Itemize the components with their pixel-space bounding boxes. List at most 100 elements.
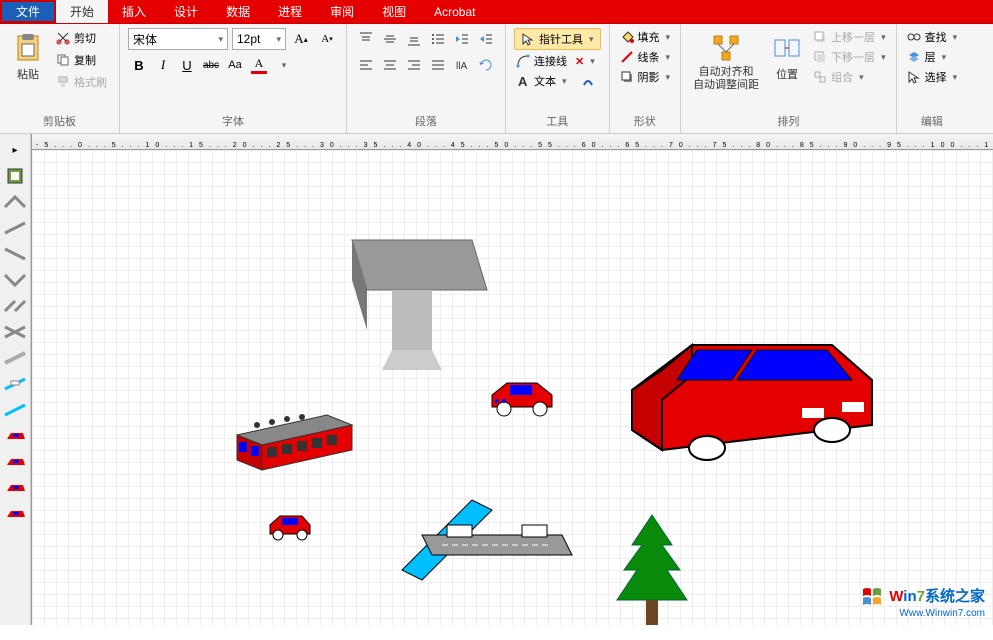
connector-icon bbox=[516, 54, 530, 68]
group-title: 段落 bbox=[355, 111, 497, 131]
bring-forward-button[interactable]: 上移一层▾ bbox=[811, 28, 888, 46]
align-left-button[interactable] bbox=[355, 54, 377, 76]
strike-button[interactable]: abc bbox=[200, 54, 222, 76]
group-edit: 查找▾ 层▾ 选择▾ 编辑 bbox=[897, 24, 968, 133]
shape-road-2[interactable] bbox=[0, 216, 30, 240]
shape-road-1[interactable] bbox=[0, 190, 30, 214]
shape-river[interactable] bbox=[0, 398, 30, 422]
group-button[interactable]: 组合▾ bbox=[811, 68, 888, 86]
watermark: Win7系统之家 Www.Winwin7.com bbox=[861, 585, 985, 619]
bold-button[interactable]: B bbox=[128, 54, 150, 76]
underline-button[interactable]: U bbox=[176, 54, 198, 76]
tab-start[interactable]: 开始 bbox=[56, 0, 108, 23]
tab-data[interactable]: 数据 bbox=[212, 0, 264, 23]
shape-bridge[interactable] bbox=[0, 372, 30, 396]
tab-process[interactable]: 进程 bbox=[264, 0, 316, 23]
group-clipboard: 粘贴 剪切 复制 格式刷 剪贴板 bbox=[0, 24, 120, 133]
text-tool-button[interactable]: A 文本▾ bbox=[514, 72, 601, 90]
shapes-panel: ▸ bbox=[0, 134, 31, 625]
case-button[interactable]: Aa bbox=[224, 54, 246, 76]
position-label: 位置 bbox=[776, 66, 798, 82]
align-bottom-button[interactable] bbox=[403, 28, 425, 50]
line-icon bbox=[620, 50, 634, 64]
shape-car-4[interactable] bbox=[0, 502, 30, 526]
tab-view[interactable]: 视图 bbox=[368, 0, 420, 23]
shape-road-5[interactable] bbox=[0, 294, 30, 318]
canvas-area: ▸ -5...0...5...10...15...20...25...30...… bbox=[0, 134, 993, 625]
shape-road-6[interactable] bbox=[0, 346, 30, 370]
tab-review[interactable]: 审阅 bbox=[316, 0, 368, 23]
align-center-button[interactable] bbox=[379, 54, 401, 76]
text-direction-button[interactable]: llA bbox=[451, 54, 473, 76]
connector-button[interactable]: 连接线 ✕▾ bbox=[514, 52, 601, 70]
tab-file[interactable]: 文件 bbox=[0, 0, 56, 23]
align-top-button[interactable] bbox=[355, 28, 377, 50]
layer-icon bbox=[907, 50, 921, 64]
send-backward-button[interactable]: 下移一层▾ bbox=[811, 48, 888, 66]
align-right-button[interactable] bbox=[403, 54, 425, 76]
font-size-combo[interactable]: 12pt▾ bbox=[232, 28, 286, 50]
stencil-icon[interactable] bbox=[0, 164, 30, 188]
rotate-text-button[interactable] bbox=[475, 54, 497, 76]
shape-small-car-1[interactable] bbox=[482, 375, 562, 425]
fill-button[interactable]: 填充▾ bbox=[618, 28, 673, 46]
group-paragraph: llA 段落 bbox=[347, 24, 506, 133]
shape-tree[interactable] bbox=[602, 510, 702, 640]
align-middle-button[interactable] bbox=[379, 28, 401, 50]
svg-text:llA: llA bbox=[456, 61, 467, 72]
menu-tabs: 文件 开始 插入 设计 数据 进程 审阅 视图 Acrobat bbox=[0, 0, 993, 24]
shadow-icon bbox=[620, 70, 634, 84]
align-label: 自动对齐和 自动调整间距 bbox=[693, 66, 759, 92]
pointer-tool-button[interactable]: 指针工具▾ bbox=[514, 28, 601, 50]
auto-align-button[interactable]: 自动对齐和 自动调整间距 bbox=[689, 28, 763, 111]
shape-big-car[interactable] bbox=[602, 330, 882, 470]
find-button[interactable]: 查找▾ bbox=[905, 28, 960, 46]
copy-button[interactable]: 复制 bbox=[52, 50, 111, 70]
font-color-drop[interactable]: ▾ bbox=[272, 54, 294, 76]
tab-insert[interactable]: 插入 bbox=[108, 0, 160, 23]
group-title: 形状 bbox=[618, 111, 673, 131]
group-title: 工具 bbox=[514, 111, 601, 131]
paste-label: 粘贴 bbox=[17, 66, 39, 82]
shape-car-3[interactable] bbox=[0, 476, 30, 500]
paste-button[interactable]: 粘贴 bbox=[8, 28, 48, 111]
indent-dec-button[interactable] bbox=[451, 28, 473, 50]
indent-inc-button[interactable] bbox=[475, 28, 497, 50]
font-name-combo[interactable]: 宋体▾ bbox=[128, 28, 228, 50]
line-button[interactable]: 线条▾ bbox=[618, 48, 673, 66]
watermark-url: Www.Winwin7.com bbox=[861, 608, 985, 619]
tab-design[interactable]: 设计 bbox=[160, 0, 212, 23]
shape-bridge-crossing[interactable] bbox=[392, 480, 592, 600]
text-icon: A bbox=[516, 74, 530, 88]
shape-bus[interactable] bbox=[227, 410, 357, 480]
windows-logo-icon bbox=[861, 586, 883, 608]
expand-icon[interactable]: ▸ bbox=[0, 138, 30, 162]
tab-acrobat[interactable]: Acrobat bbox=[420, 0, 489, 23]
grow-font-button[interactable]: A▴ bbox=[290, 28, 312, 50]
group-title: 字体 bbox=[128, 111, 338, 131]
italic-button[interactable]: I bbox=[152, 54, 174, 76]
shrink-font-button[interactable]: A▾ bbox=[316, 28, 338, 50]
shape-car-1[interactable] bbox=[0, 424, 30, 448]
select-icon bbox=[907, 70, 921, 84]
select-button[interactable]: 选择▾ bbox=[905, 68, 960, 86]
shape-car-2[interactable] bbox=[0, 450, 30, 474]
font-color-button[interactable]: A bbox=[248, 54, 270, 76]
bullets-button[interactable] bbox=[427, 28, 449, 50]
align-justify-button[interactable] bbox=[427, 54, 449, 76]
group-tools: 指针工具▾ 连接线 ✕▾ A 文本▾ 工具 bbox=[506, 24, 610, 133]
shape-road-3[interactable] bbox=[0, 242, 30, 266]
layer-button[interactable]: 层▾ bbox=[905, 48, 960, 66]
shape-billboard[interactable] bbox=[332, 230, 492, 380]
shape-road-4[interactable] bbox=[0, 268, 30, 292]
shape-cross-1[interactable] bbox=[0, 320, 30, 344]
position-button[interactable]: 位置 bbox=[767, 28, 807, 111]
shadow-button[interactable]: 阴影▾ bbox=[618, 68, 673, 86]
drawing-canvas[interactable] bbox=[32, 150, 993, 625]
connector-x-icon: ✕ bbox=[575, 55, 584, 68]
group-title: 编辑 bbox=[905, 111, 960, 131]
cut-button[interactable]: 剪切 bbox=[52, 28, 111, 48]
shape-tiny-car[interactable] bbox=[262, 510, 317, 545]
format-painter-button[interactable]: 格式刷 bbox=[52, 72, 111, 92]
ink-icon[interactable] bbox=[581, 74, 595, 88]
